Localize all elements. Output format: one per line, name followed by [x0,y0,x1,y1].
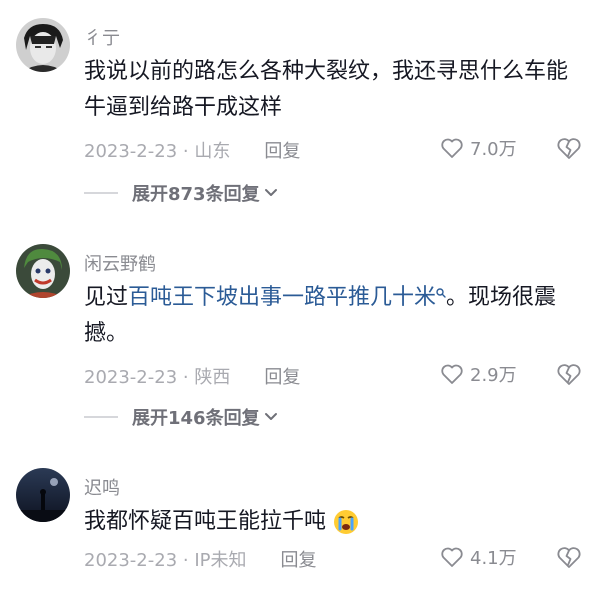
avatar[interactable] [16,468,70,522]
comment-text-body: 我都怀疑百吨王能拉千吨 [84,509,327,534]
text-prefix: 见过 [84,285,129,310]
date-location: 2023-2-23 · IP未知 [84,550,247,571]
username[interactable]: 彳亍 [84,24,120,50]
search-mini-icon[interactable] [436,288,446,298]
like-count: 7.0万 [470,139,517,160]
chevron-down-icon [264,189,277,196]
dislike-button[interactable] [556,546,582,574]
like-button[interactable]: 2.9万 [440,361,517,387]
avatar[interactable] [16,18,70,72]
date-location: 2023-2-23 · 陕西 [84,367,231,388]
comment-text: 我都怀疑百吨王能拉千吨 [84,504,584,540]
divider-line [84,416,118,418]
comment-meta: 2023-2-23 · 陕西 回复 [84,363,300,389]
heart-outline-icon [441,138,463,158]
heart-outline-icon [441,364,463,384]
comment-meta: 2023-2-23 · 山东 回复 [84,137,300,163]
username[interactable]: 闲云野鹤 [84,250,156,276]
dislike-button[interactable] [556,137,582,165]
like-count: 2.9万 [470,365,517,386]
expand-replies-button[interactable]: 展开873条回复 [84,180,278,206]
expand-replies-label: 展开873条回复 [132,184,260,205]
divider-line [84,192,118,194]
username[interactable]: 迟鸣 [84,474,120,500]
expand-replies-button[interactable]: 展开146条回复 [84,404,278,430]
expand-replies-label: 展开146条回复 [132,408,260,429]
broken-heart-icon [557,364,581,385]
search-link[interactable]: 百吨王下坡出事一路平推几十米 [128,285,436,310]
reply-button[interactable]: 回复 [264,137,300,163]
broken-heart-icon [557,138,581,159]
reply-button[interactable]: 回复 [264,363,300,389]
broken-heart-icon [557,547,581,568]
comment-text: 我说以前的路怎么各种大裂纹，我还寻思什么车能牛逼到给路干成这样 [84,59,569,120]
chevron-down-icon [264,413,277,420]
like-button[interactable]: 7.0万 [440,135,517,161]
comment-meta: 2023-2-23 · IP未知 回复 [84,546,316,572]
dislike-button[interactable] [556,363,582,391]
crying-face-emoji [334,510,359,534]
like-button[interactable]: 4.1万 [440,544,517,570]
comment-text: 见过百吨王下坡出事一路平推几十米 。现场很震撼。 [84,280,584,352]
avatar[interactable] [16,244,70,298]
date-location: 2023-2-23 · 山东 [84,141,231,162]
like-count: 4.1万 [470,548,517,569]
heart-outline-icon [441,547,463,567]
reply-button[interactable]: 回复 [280,546,316,572]
